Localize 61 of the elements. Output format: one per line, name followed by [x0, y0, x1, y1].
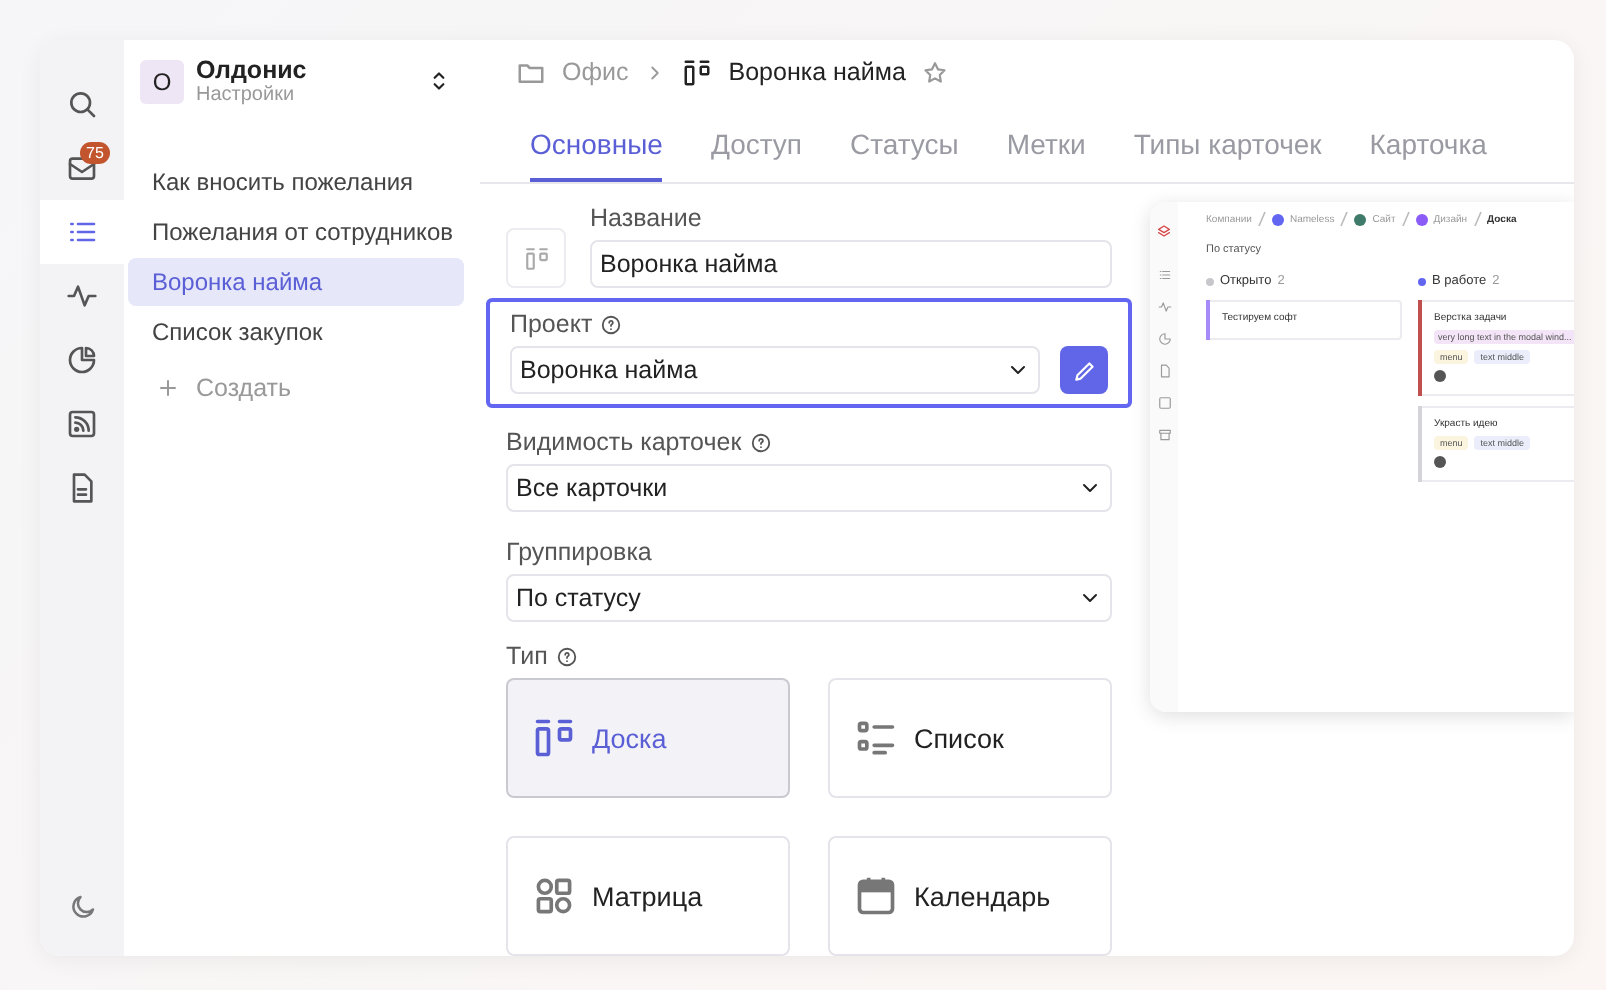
field-label: Проект — [510, 310, 593, 338]
avatar-icon — [1434, 456, 1446, 468]
page-title: Воронка найма — [728, 58, 906, 87]
slash-icon — [1473, 212, 1482, 226]
pencil-icon — [1071, 357, 1097, 383]
slash-icon — [1401, 212, 1410, 226]
search-icon — [66, 88, 98, 120]
field-label: Видимость карточек — [506, 428, 742, 456]
sidebar-item[interactable]: Воронка найма — [128, 258, 464, 306]
help-icon — [555, 645, 578, 667]
activity-icon — [1157, 300, 1171, 314]
count-badge: 75 — [80, 142, 110, 164]
help-icon — [600, 313, 623, 335]
logo-icon — [1156, 224, 1172, 240]
tab[interactable]: Статусы — [850, 128, 959, 182]
tab[interactable]: Карточка — [1369, 128, 1487, 182]
board-icon — [532, 716, 576, 760]
workspace-avatar: О — [140, 59, 184, 103]
visibility-select[interactable]: Все карточки — [506, 464, 1112, 512]
calendar-icon — [854, 874, 898, 918]
list-icon — [854, 716, 898, 760]
edit-button[interactable] — [1060, 346, 1108, 394]
type-option[interactable]: Доска — [506, 678, 790, 798]
field-label: Название — [590, 204, 702, 232]
name-field[interactable]: Воронка найма — [590, 240, 1112, 288]
sidebar-item[interactable]: Пожелания от сотрудников — [128, 208, 464, 256]
activity-icon — [66, 280, 98, 312]
rail-button[interactable]: 75 — [40, 136, 124, 200]
board-icon — [682, 57, 713, 88]
pie-chart-icon — [1157, 332, 1171, 346]
workspace-name: Олдонис — [196, 56, 309, 84]
tab[interactable]: Метки — [1006, 128, 1086, 182]
moon-icon — [67, 892, 97, 922]
create-link[interactable]: Создать — [196, 374, 292, 402]
board-icon — [523, 245, 549, 271]
slash-icon — [1340, 212, 1349, 226]
plus-icon — [156, 376, 180, 400]
rail-button[interactable] — [40, 200, 124, 264]
type-option[interactable]: Матрица — [506, 836, 790, 956]
type-option[interactable]: Список — [828, 678, 1112, 798]
tab[interactable]: Типы карточек — [1133, 128, 1322, 182]
list-icon — [1157, 268, 1171, 282]
type-option[interactable]: Календарь — [828, 836, 1112, 956]
document-icon — [1157, 364, 1171, 378]
workspace-subtitle: Настройки — [196, 84, 297, 106]
breadcrumb-link[interactable]: Офис — [562, 58, 629, 87]
field-label: Тип — [506, 642, 548, 670]
archive-icon — [1157, 428, 1171, 442]
pie-chart-icon — [66, 344, 98, 376]
sidebar-item[interactable]: Как вносить пожелания — [128, 158, 464, 206]
slash-icon — [1257, 212, 1266, 226]
sidebar-item[interactable]: Список закупок — [128, 308, 464, 356]
grid-icon — [532, 874, 576, 918]
tab[interactable]: Основные — [530, 128, 663, 182]
avatar-icon — [1434, 370, 1446, 382]
star-icon — [921, 59, 948, 86]
field-label: Группировка — [506, 538, 652, 566]
help-icon — [749, 431, 772, 453]
grouping-select[interactable]: По статусу — [506, 574, 1112, 622]
tab[interactable]: Доступ — [710, 128, 803, 182]
project-select[interactable]: Воронка найма — [510, 346, 1040, 394]
